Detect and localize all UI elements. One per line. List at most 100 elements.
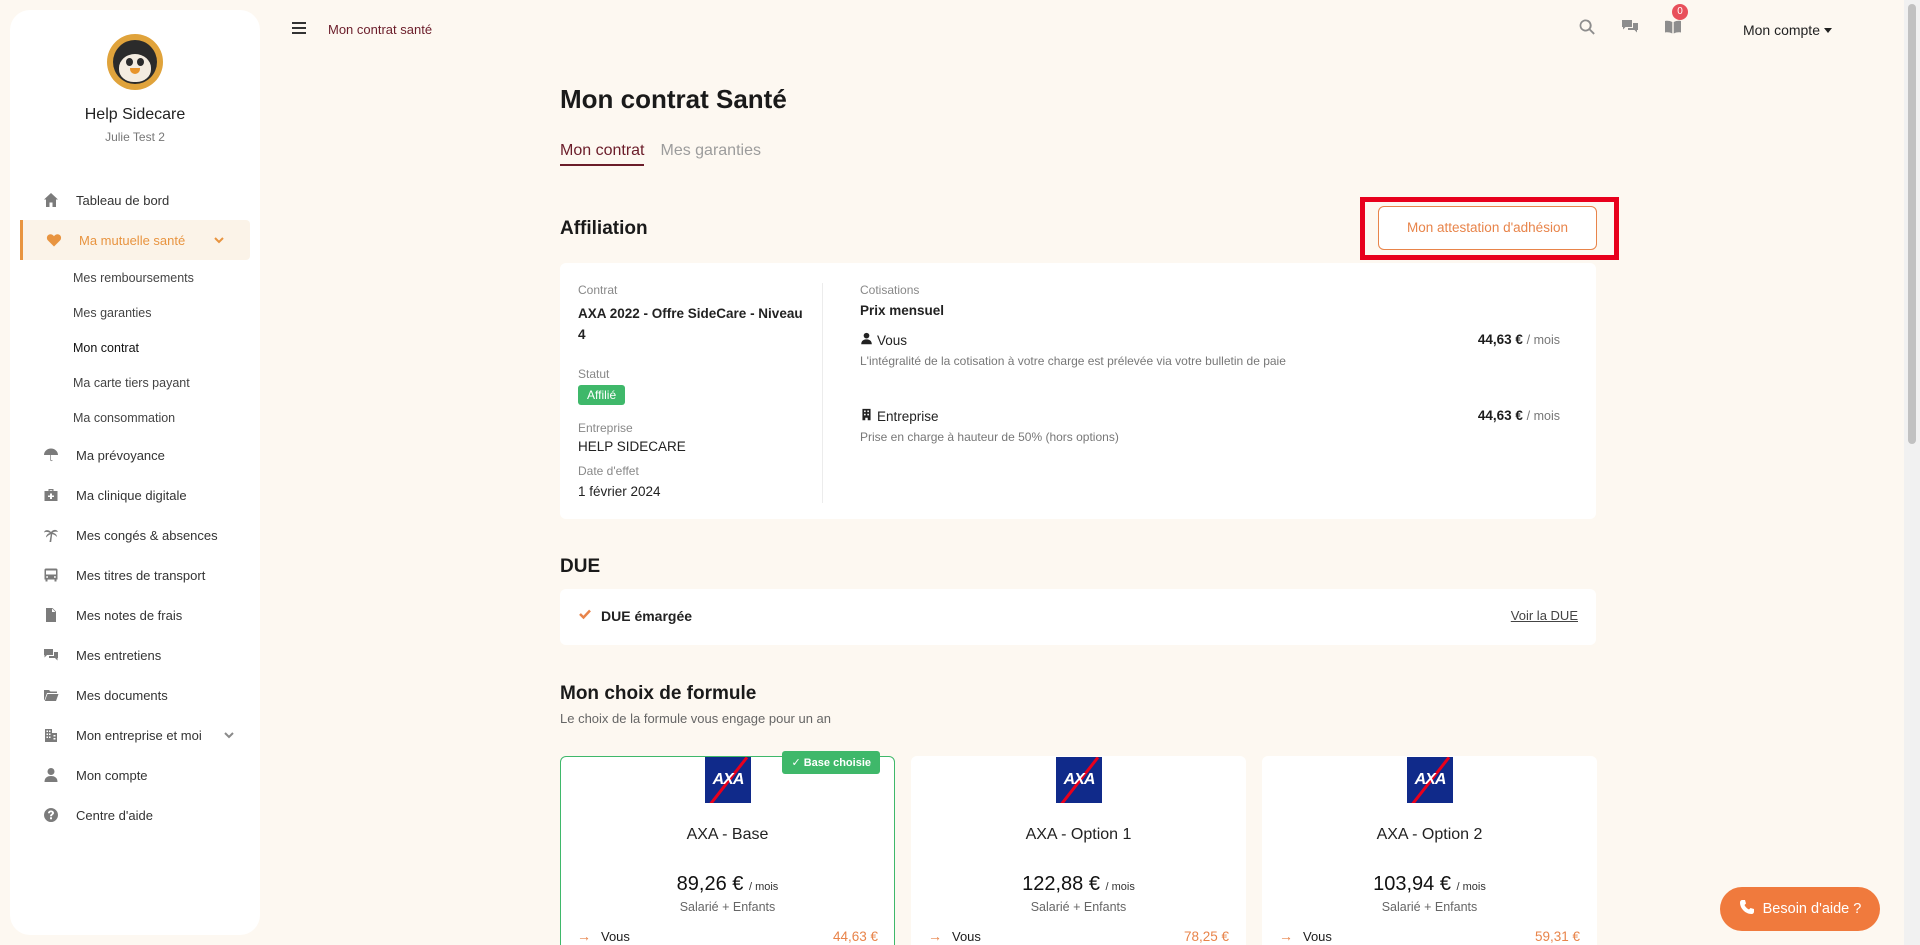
due-status: DUE émargée xyxy=(601,608,693,624)
chat-icon xyxy=(42,646,60,664)
menu-icon[interactable] xyxy=(292,22,306,34)
sidebar-item-help-center[interactable]: Centre d'aide xyxy=(10,795,260,835)
plan-cards: ✓ Base choisie AXA AXA - Base 89,26 € / … xyxy=(560,751,1597,945)
effective-date-label: Date d'effet xyxy=(578,464,639,478)
scrollbar[interactable] xyxy=(1904,0,1920,945)
tab-my-contract[interactable]: Mon contrat xyxy=(560,142,645,166)
sidebar-nav: Tableau de bord Ma mutuelle santé Mes re… xyxy=(10,180,260,835)
sidebar-item-health-insurance[interactable]: Ma mutuelle santé xyxy=(20,220,250,260)
account-dropdown[interactable]: Mon compte xyxy=(1743,22,1832,38)
file-icon xyxy=(42,606,60,624)
sidebar-item-label: Centre d'aide xyxy=(76,807,153,823)
cotisation-row-you: Vous L'intégralité de la cotisation à vo… xyxy=(860,332,1560,408)
tab-my-guarantees[interactable]: Mes garanties xyxy=(660,142,761,166)
plan-card-option-2[interactable]: AXA AXA - Option 2 103,94 € / mois Salar… xyxy=(1262,756,1597,945)
sidebar-subitem-consumption[interactable]: Ma consommation xyxy=(10,400,260,435)
caret-down-icon xyxy=(1824,28,1832,33)
sidebar-item-dashboard[interactable]: Tableau de bord xyxy=(10,180,260,220)
help-button[interactable]: Besoin d'aide ? xyxy=(1720,887,1880,931)
chevron-down-icon xyxy=(212,233,226,247)
company-label: Entreprise xyxy=(578,421,633,435)
sidebar-item-provident[interactable]: Ma prévoyance xyxy=(10,435,260,475)
folder-icon xyxy=(42,686,60,704)
sidebar-subitem-third-party-card[interactable]: Ma carte tiers payant xyxy=(10,365,260,400)
sidebar-item-label: Mes notes de frais xyxy=(76,607,183,623)
bus-icon xyxy=(42,566,60,584)
sidebar-item-expenses[interactable]: Mes notes de frais xyxy=(10,595,260,635)
chosen-badge: ✓ Base choisie xyxy=(782,751,880,774)
notification-badge: 0 xyxy=(1672,4,1688,20)
brand: Help Sidecare Julie Test 2 xyxy=(10,10,260,144)
plan-price: 89,26 € / mois xyxy=(676,873,779,895)
company-value: HELP SIDECARE xyxy=(578,439,686,454)
cotisation-who: Vous xyxy=(877,332,908,348)
plan-price: 122,88 € / mois xyxy=(1022,873,1135,895)
search-icon[interactable] xyxy=(1578,18,1596,36)
effective-date-value: 1 février 2024 xyxy=(578,484,661,499)
umbrella-icon xyxy=(42,446,60,464)
sidebar-item-documents[interactable]: Mes documents xyxy=(10,675,260,715)
sidebar-item-leave[interactable]: Mes congés & absences xyxy=(10,515,260,555)
cotisations: Cotisations Prix mensuel Vous L'intégral… xyxy=(860,283,1560,484)
sidebar-item-label: Ma clinique digitale xyxy=(76,487,187,503)
sidebar-item-label: Mon compte xyxy=(76,767,148,783)
sidebar-subitem-reimbursements[interactable]: Mes remboursements xyxy=(10,260,260,295)
plan-audience: Salarié + Enfants xyxy=(679,900,776,914)
sidebar-item-label: Mes entretiens xyxy=(76,647,162,663)
due-title: DUE xyxy=(560,556,601,577)
sidebar-subitem-contract[interactable]: Mon contrat xyxy=(10,330,260,365)
contract-value: AXA 2022 - Offre SideCare - Niveau 4 xyxy=(578,306,803,342)
sidebar-item-label: Ma prévoyance xyxy=(76,447,165,463)
building-icon xyxy=(42,726,60,744)
top-icons: 0 xyxy=(1578,4,1688,36)
plan-name: AXA - Base xyxy=(686,826,769,843)
user-icon xyxy=(42,766,60,784)
plan-card-option-1[interactable]: AXA AXA - Option 1 122,88 € / mois Salar… xyxy=(911,756,1246,945)
building-icon xyxy=(860,408,873,424)
arrow-right-icon: → xyxy=(928,928,942,944)
scrollbar-thumb[interactable] xyxy=(1908,4,1916,444)
status-badge: Affilié xyxy=(578,385,626,405)
formula-subtitle: Le choix de la formule vous engage pour … xyxy=(560,711,832,726)
plan-card-base[interactable]: ✓ Base choisie AXA AXA - Base 89,26 € / … xyxy=(560,751,895,945)
topbar: Mon contrat santé 0 Mon compte xyxy=(260,0,1882,60)
price-heading: Prix mensuel xyxy=(860,303,945,318)
tabs: Mon contrat Mes garanties xyxy=(560,142,761,166)
sidebar-item-label: Mes congés & absences xyxy=(76,527,218,543)
sidebar-item-digital-clinic[interactable]: Ma clinique digitale xyxy=(10,475,260,515)
sidebar-item-label: Tableau de bord xyxy=(76,192,170,208)
cotisation-desc: L'intégralité de la cotisation à votre c… xyxy=(860,354,1286,368)
plan-you-row: → Vous 59,31 € xyxy=(1279,928,1580,944)
breadcrumb[interactable]: Mon contrat santé xyxy=(328,22,432,37)
sidebar: Help Sidecare Julie Test 2 Tableau de bo… xyxy=(10,10,260,935)
axa-logo-icon: AXA xyxy=(1407,757,1453,803)
attestation-button[interactable]: Mon attestation d'adhésion xyxy=(1378,206,1597,250)
plan-price: 103,94 € / mois xyxy=(1373,873,1486,895)
contract-details: Contrat AXA 2022 - Offre SideCare - Nive… xyxy=(578,283,808,499)
user-name: Julie Test 2 xyxy=(105,130,165,144)
plan-name: AXA - Option 1 xyxy=(1025,826,1132,843)
phone-icon xyxy=(1739,899,1755,919)
messages-icon[interactable] xyxy=(1621,18,1639,36)
help-circle-icon xyxy=(42,806,60,824)
company-name: Help Sidecare xyxy=(84,106,186,123)
sidebar-subitem-guarantees[interactable]: Mes garanties xyxy=(10,295,260,330)
heart-icon xyxy=(45,231,63,249)
palm-tree-icon xyxy=(42,526,60,544)
cotisation-amount: 44,63 € xyxy=(1477,408,1523,423)
sidebar-item-company[interactable]: Mon entreprise et moi xyxy=(10,715,260,755)
sidebar-item-transport[interactable]: Mes titres de transport xyxy=(10,555,260,595)
sidebar-item-account[interactable]: Mon compte xyxy=(10,755,260,795)
book-icon[interactable]: 0 xyxy=(1664,4,1688,36)
affiliation-card: Contrat AXA 2022 - Offre SideCare - Nive… xyxy=(560,263,1596,519)
arrow-right-icon: → xyxy=(1279,928,1293,944)
affiliation-title: Affiliation xyxy=(560,218,648,239)
penguin-logo-icon xyxy=(107,34,163,90)
sidebar-item-label: Mes documents xyxy=(76,687,168,703)
page-title: Mon contrat Santé xyxy=(560,84,787,114)
plan-audience: Salarié + Enfants xyxy=(1030,900,1127,914)
medical-kit-icon xyxy=(42,486,60,504)
view-due-link[interactable]: Voir la DUE xyxy=(1511,608,1578,623)
sidebar-item-interviews[interactable]: Mes entretiens xyxy=(10,635,260,675)
sidebar-item-label: Mes titres de transport xyxy=(76,567,206,583)
